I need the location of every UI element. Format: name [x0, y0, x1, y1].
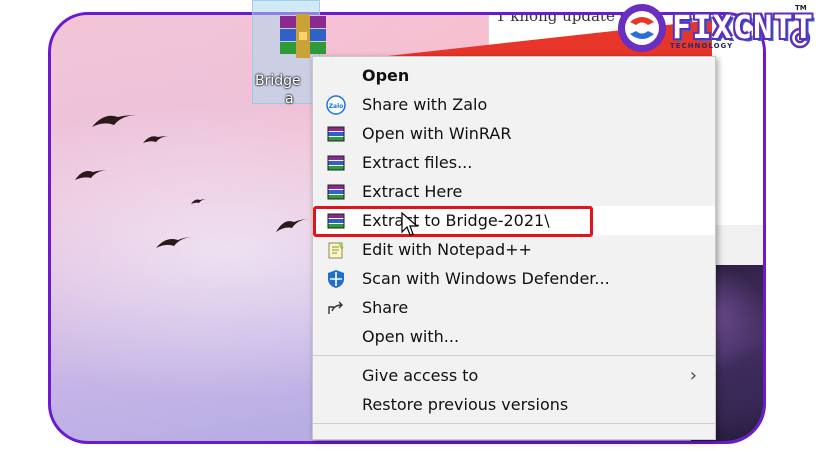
- menu-item-restore-previous-versions[interactable]: Restore previous versions: [313, 390, 715, 419]
- menu-item-share[interactable]: Share: [313, 293, 715, 322]
- logo-trademark: TM: [795, 4, 807, 12]
- menu-item-label: Open: [362, 66, 410, 85]
- menu-item-open-with[interactable]: Open with...: [313, 322, 715, 351]
- winrar-archive-icon: [280, 14, 326, 58]
- menu-separator: [313, 355, 715, 356]
- logo-subtitle: TECHNOLOGY: [670, 42, 734, 50]
- menu-item-label: Give access to: [362, 366, 479, 385]
- winrar-icon: [327, 126, 345, 142]
- menu-separator: [313, 423, 715, 424]
- menu-item-label: Restore previous versions: [362, 395, 569, 414]
- menu-item-label: Edit with Notepad++: [362, 240, 532, 259]
- context-menu: Open Zalo Share with Zalo Open with WinR…: [312, 56, 716, 440]
- menu-item-extract-here[interactable]: Extract Here: [313, 177, 715, 206]
- menu-item-share-with-zalo[interactable]: Zalo Share with Zalo: [313, 90, 715, 119]
- menu-item-label: Share with Zalo: [362, 95, 488, 114]
- chevron-right-icon: ›: [689, 365, 697, 386]
- file-name-line-2: a: [285, 91, 294, 107]
- highlight-annotation-box: [313, 206, 593, 237]
- file-name-line-1: Bridge: [255, 73, 301, 89]
- winrar-icon: [327, 184, 345, 200]
- share-icon: [328, 301, 343, 314]
- menu-item-label: Extract Here: [362, 182, 463, 201]
- svg-text:Zalo: Zalo: [329, 103, 344, 110]
- menu-item-edit-with-notepad[interactable]: Edit with Notepad++: [313, 235, 715, 264]
- menu-item-label: Open with...: [362, 327, 460, 346]
- menu-item-label: Extract files...: [362, 153, 473, 172]
- menu-item-label: Scan with Windows Defender...: [362, 269, 610, 288]
- windows-defender-icon: [328, 270, 344, 288]
- menu-item-label: Open with WinRAR: [362, 124, 512, 143]
- menu-item-give-access-to[interactable]: Give access to ›: [313, 361, 715, 390]
- menu-item-extract-files[interactable]: Extract files...: [313, 148, 715, 177]
- menu-item-open-with-winrar[interactable]: Open with WinRAR: [313, 119, 715, 148]
- logo-wordmark: FIXCNTT: [672, 8, 814, 46]
- zalo-icon: Zalo: [326, 95, 346, 115]
- winrar-icon: [327, 155, 345, 171]
- menu-item-label: Share: [362, 298, 409, 317]
- mouse-cursor-icon: [401, 212, 419, 236]
- menu-item-open[interactable]: Open: [313, 61, 715, 90]
- menu-item-scan-with-defender[interactable]: Scan with Windows Defender...: [313, 264, 715, 293]
- notepad-plus-plus-icon: [328, 242, 344, 259]
